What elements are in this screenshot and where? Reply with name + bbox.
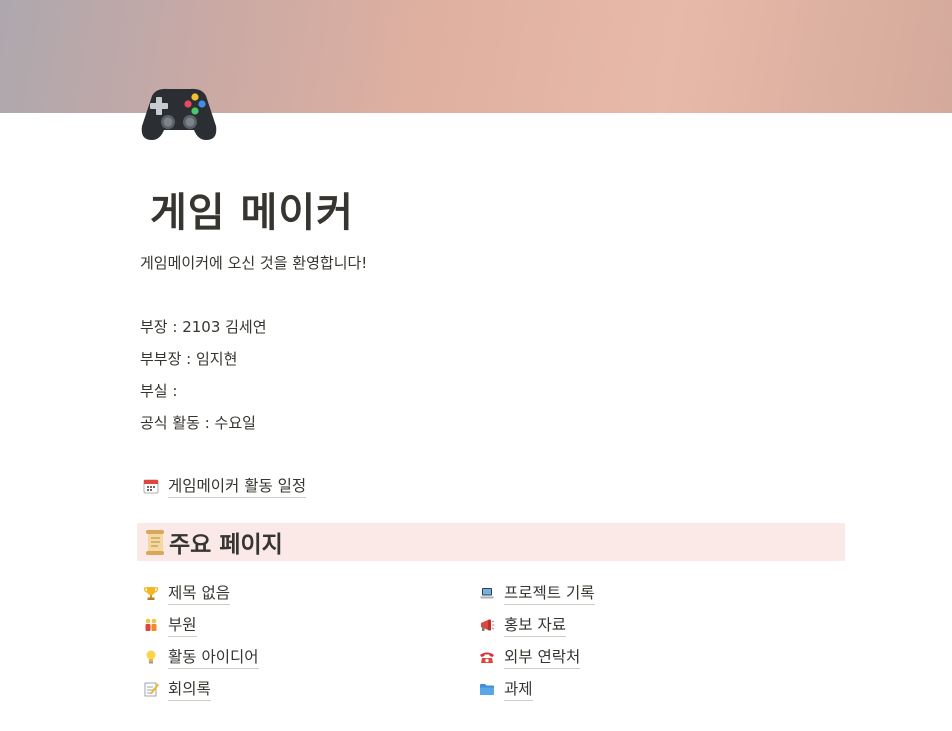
link-promo-materials-label[interactable]: 홍보 자료 bbox=[504, 613, 566, 637]
link-members[interactable]: 부원 bbox=[142, 613, 197, 637]
scroll-icon bbox=[143, 528, 167, 556]
link-assignments-label[interactable]: 과제 bbox=[504, 677, 533, 701]
info-vice-leader: 부부장 : 임지현 bbox=[140, 350, 238, 368]
link-external-contacts[interactable]: 외부 연락처 bbox=[478, 645, 581, 669]
schedule-link[interactable]: 게임메이커 활동 일정 bbox=[142, 474, 307, 498]
link-untitled[interactable]: 제목 없음 bbox=[142, 581, 230, 605]
link-activity-ideas-label[interactable]: 활동 아이디어 bbox=[168, 645, 259, 669]
link-meeting-notes[interactable]: 회의록 bbox=[142, 677, 211, 701]
info-activity-day: 공식 활동 : 수요일 bbox=[140, 414, 256, 432]
notion-page: 게임 메이커 게임메이커에 오신 것을 환영합니다! 부장 : 2103 김세연… bbox=[0, 0, 952, 731]
link-members-label[interactable]: 부원 bbox=[168, 613, 197, 637]
lightbulb-icon bbox=[142, 648, 160, 666]
main-pages-heading[interactable]: 주요 페이지 bbox=[137, 523, 845, 561]
trophy-icon bbox=[142, 584, 160, 602]
info-leader: 부장 : 2103 김세연 bbox=[140, 318, 267, 336]
link-project-records-label[interactable]: 프로젝트 기록 bbox=[504, 581, 595, 605]
link-untitled-label[interactable]: 제목 없음 bbox=[168, 581, 230, 605]
schedule-link-label[interactable]: 게임메이커 활동 일정 bbox=[168, 474, 307, 498]
link-activity-ideas[interactable]: 활동 아이디어 bbox=[142, 645, 259, 669]
memo-icon bbox=[142, 680, 160, 698]
telephone-icon bbox=[478, 648, 496, 666]
welcome-text: 게임메이커에 오신 것을 환영합니다! bbox=[140, 254, 368, 272]
link-assignments[interactable]: 과제 bbox=[478, 677, 533, 701]
megaphone-icon bbox=[478, 616, 496, 634]
info-room: 부실 : bbox=[140, 382, 178, 400]
calendar-icon bbox=[142, 477, 160, 495]
folder-icon bbox=[478, 680, 496, 698]
people-icon bbox=[142, 616, 160, 634]
game-controller-icon[interactable] bbox=[138, 82, 220, 144]
page-title[interactable]: 게임 메이커 bbox=[150, 180, 354, 238]
link-external-contacts-label[interactable]: 외부 연락처 bbox=[504, 645, 581, 669]
main-pages-heading-text: 주요 페이지 bbox=[169, 532, 283, 558]
link-promo-materials[interactable]: 홍보 자료 bbox=[478, 613, 566, 637]
link-project-records[interactable]: 프로젝트 기록 bbox=[478, 581, 595, 605]
link-meeting-notes-label[interactable]: 회의록 bbox=[168, 677, 211, 701]
laptop-icon bbox=[478, 584, 496, 602]
